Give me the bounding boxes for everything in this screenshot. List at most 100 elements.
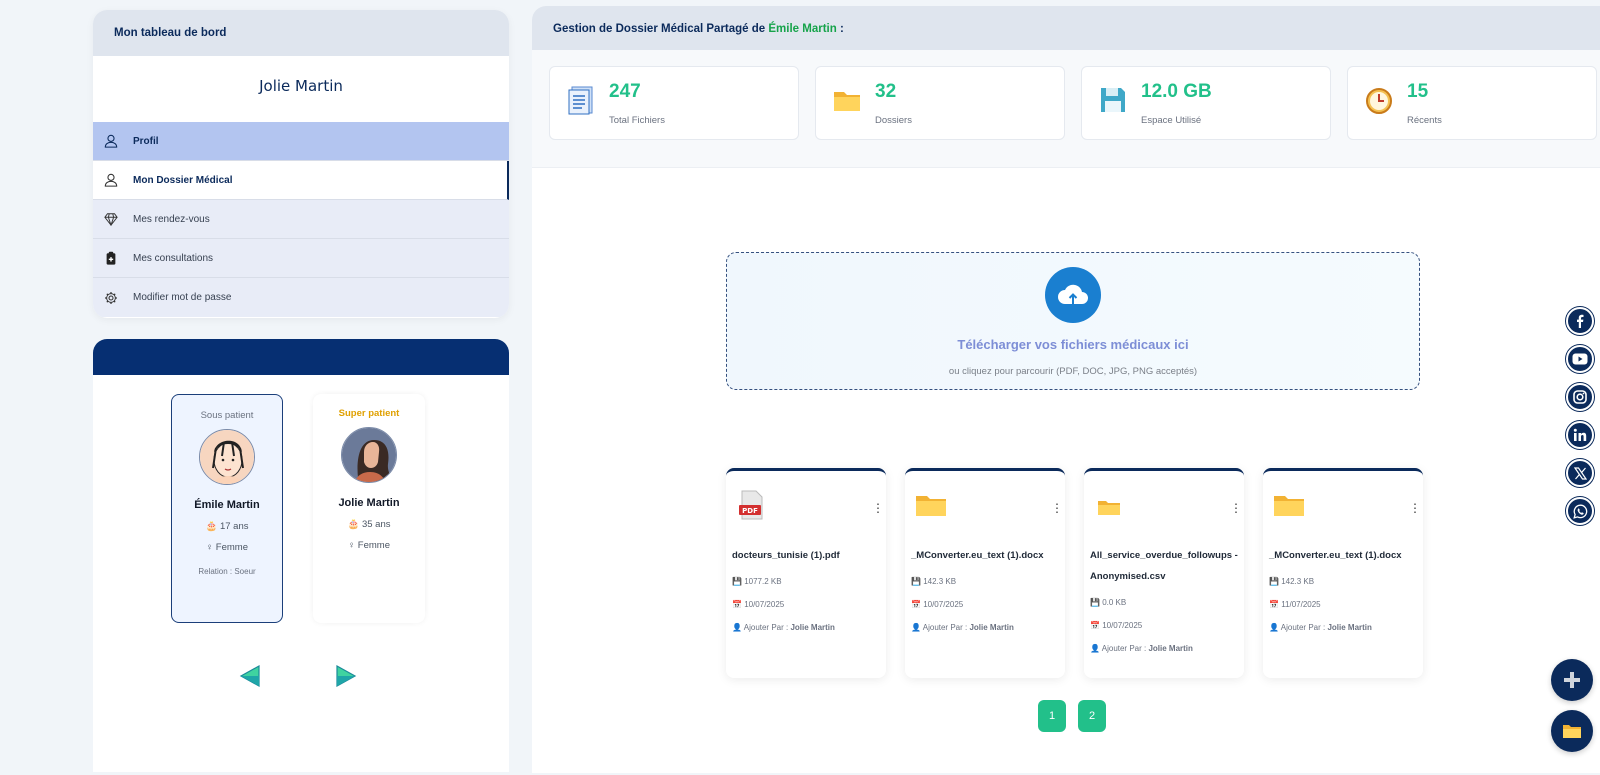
patient-card-super[interactable]: Super patient Jolie Martin 🎂 35 ans ♀ Fe… [313,394,425,623]
whatsapp-icon[interactable] [1566,497,1594,525]
file-added-by: 👤 Ajouter Par : Jolie Martin [1269,623,1372,632]
patient-name: Émile Martin [194,499,260,511]
floppy-icon [1101,88,1125,112]
file-name: All_service_overdue_followups - Anonymis… [1090,550,1238,582]
stat-label: Espace Utilisé [1141,115,1202,126]
patient-age: 🎂 35 ans [347,519,391,530]
menu-item-consultations[interactable]: Mes consultations [93,239,509,278]
menu-title: Mon tableau de bord [93,10,509,56]
page-title: Gestion de Dossier Médical Partagé de Ém… [532,6,1600,50]
pdf-icon: PDF [739,490,763,520]
menu-item-label: Mon Dossier Médical [133,174,233,186]
arrow-right-icon[interactable] [334,664,358,688]
file-date: 📅 11/07/2025 [1269,600,1321,609]
more-options-icon[interactable]: ⋮ [1409,501,1421,515]
diamond-icon [103,211,119,227]
stat-value: 32 [875,81,897,102]
upload-subtitle: ou cliquez pour parcourir (PDF, DOC, JPG… [948,366,1198,377]
folder-small-icon [1098,501,1120,515]
folder-icon [1274,496,1304,516]
menu-item-dossier[interactable]: Mon Dossier Médical [93,161,509,200]
folder-button[interactable] [1551,710,1593,752]
patient-card-sous[interactable]: Sous patient Émile Martin 🎂 17 ans ♀ Fem… [171,394,283,623]
menu-item-profil[interactable]: Profil [93,122,509,161]
file-added-by: 👤 Ajouter Par : Jolie Martin [732,623,835,632]
svg-text:PDF: PDF [742,507,758,515]
menu-item-label: Profil [133,135,159,147]
menu-user-name: Jolie Martin [259,77,343,95]
file-card[interactable]: ⋮ _MConverter.eu_text (1).docx 💾 142.3 K… [1263,468,1423,678]
facebook-icon[interactable] [1566,307,1594,335]
stat-value: 247 [609,81,641,102]
main-panel: Gestion de Dossier Médical Partagé de Ém… [532,6,1600,773]
family-card: Sous patient Émile Martin 🎂 17 ans ♀ Fem… [93,339,509,772]
arrow-left-icon[interactable] [238,664,262,688]
more-options-icon[interactable]: ⋮ [1230,501,1242,515]
patient-relation: Relation : Soeur [198,567,256,576]
youtube-icon[interactable] [1566,345,1594,373]
file-date: 📅 10/07/2025 [732,600,785,609]
folder-icon [916,496,946,516]
file-added-by: 👤 Ajouter Par : Jolie Martin [1090,644,1193,653]
file-size: 💾 0.0 KB [1090,598,1127,607]
page-button-1[interactable]: 1 [1038,700,1066,732]
patient-type: Super patient [338,408,400,419]
menu-item-password[interactable]: Modifier mot de passe [93,278,509,317]
file-date: 📅 10/07/2025 [911,600,964,609]
file-date: 📅 10/07/2025 [1090,621,1143,630]
menu-item-label: Modifier mot de passe [133,292,232,303]
upload-dropzone[interactable]: Télécharger vos fichiers médicaux ici ou… [726,252,1420,390]
add-button[interactable] [1551,659,1593,701]
file-name: _MConverter.eu_text (1).docx [911,550,1044,561]
stats-band: 247 Total Fichiers 32 Dossiers 12.0 GB E… [532,50,1600,168]
file-card[interactable]: ⋮ All_service_overdue_followups - Anonym… [1084,468,1244,678]
user-icon [103,133,119,149]
stat-space: 12.0 GB Espace Utilisé [1081,66,1331,140]
folder-icon [1563,725,1581,738]
title-patient-name: Émile Martin [768,23,837,35]
patient-gender: ♀ Femme [348,540,390,551]
more-options-icon[interactable]: ⋮ [1051,501,1063,515]
menu-item-label: Mes consultations [133,252,214,264]
file-card[interactable]: ⋮ _MConverter.eu_text (1).docx 💾 142.3 K… [905,468,1065,678]
stat-folders: 32 Dossiers [815,66,1065,140]
page-button-2[interactable]: 2 [1078,700,1106,732]
stat-label: Récents [1407,115,1442,126]
linkedin-icon[interactable] [1566,421,1594,449]
menu-item-label: Mes rendez-vous [133,213,210,225]
cloud-upload-icon [1045,267,1101,323]
clock-icon [1366,88,1392,114]
stat-label: Dossiers [875,115,912,126]
file-name: _MConverter.eu_text (1).docx [1269,550,1402,561]
stat-total-files: 247 Total Fichiers [549,66,799,140]
stat-value: 12.0 GB [1141,81,1212,102]
title-suffix: : [836,23,844,35]
file-size: 💾 142.3 KB [911,577,957,586]
stat-label: Total Fichiers [609,115,665,126]
patient-name: Jolie Martin [338,497,400,509]
stat-value: 15 [1407,81,1429,102]
user-icon [103,172,119,188]
patient-gender: ♀ Femme [206,542,248,553]
family-header-bar [93,339,509,375]
patient-age: 🎂 17 ans [205,521,249,532]
x-icon[interactable] [1566,459,1594,487]
upload-title: Télécharger vos fichiers médicaux ici [957,337,1189,352]
instagram-icon[interactable] [1566,383,1594,411]
file-name: docteurs_tunisie (1).pdf [732,550,840,561]
menu-item-rendez-vous[interactable]: Mes rendez-vous [93,200,509,239]
file-added-by: 👤 Ajouter Par : Jolie Martin [911,623,1014,632]
document-icon [568,86,593,115]
title-prefix: Gestion de Dossier Médical Partagé de [553,23,769,35]
avatar [199,429,255,485]
file-size: 💾 1077.2 KB [732,577,782,586]
stat-recent: 15 Récents [1347,66,1597,140]
folder-icon [834,92,860,111]
gear-icon [103,290,119,306]
clipboard-icon [103,250,119,266]
more-options-icon[interactable]: ⋮ [872,501,884,515]
dashboard-menu: Mon tableau de bord Jolie Martin Profil … [93,10,509,318]
patient-type: Sous patient [200,410,254,421]
file-size: 💾 142.3 KB [1269,577,1315,586]
file-card[interactable]: PDF ⋮ docteurs_tunisie (1).pdf 💾 1077.2 … [726,468,886,678]
